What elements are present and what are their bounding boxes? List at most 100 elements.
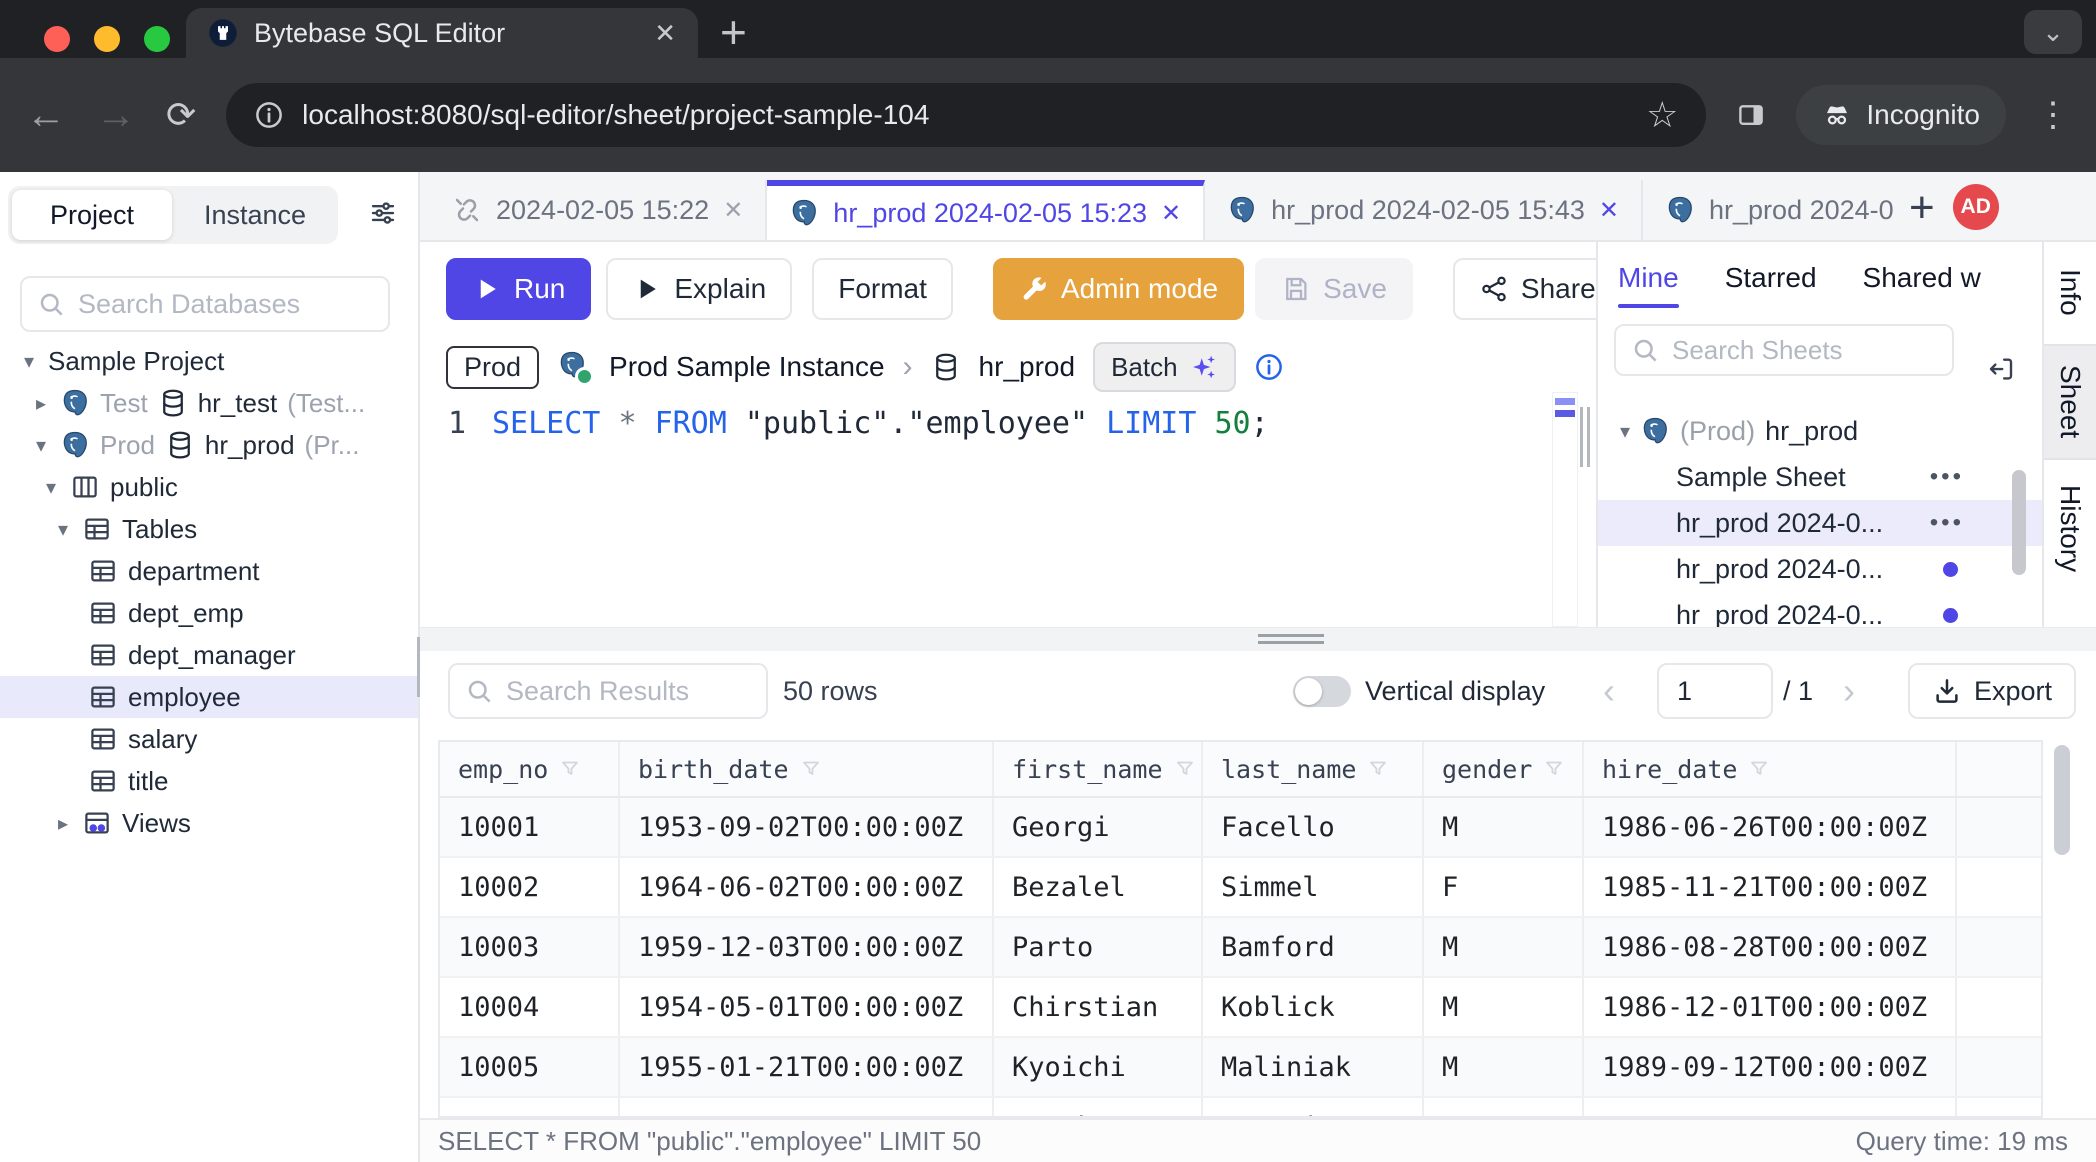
address-bar[interactable]: localhost:8080/sql-editor/sheet/project-… — [226, 83, 1706, 147]
cell[interactable]: Preusig — [1203, 1098, 1424, 1118]
panel-resize-handle[interactable] — [1580, 407, 1590, 467]
sheet-item-sample[interactable]: Sample Sheet ••• — [1598, 454, 2042, 500]
sheet-item[interactable]: hr_prod 2024-0... — [1598, 592, 2042, 627]
chevron-right-icon[interactable]: ▸ — [32, 391, 50, 416]
sort-icon[interactable] — [558, 757, 582, 781]
explain-button[interactable]: Explain — [606, 258, 792, 320]
cell[interactable]: Georgi — [994, 798, 1203, 856]
tree-item-hr-prod[interactable]: ▾ Prod hr_prod (Pr... — [0, 424, 418, 466]
sheet-item[interactable]: hr_prod 2024-0... — [1598, 546, 2042, 592]
column-header[interactable]: first_name — [994, 742, 1203, 796]
cell[interactable]: 10005 — [440, 1038, 620, 1096]
tab-sheet[interactable]: Sheet — [2044, 344, 2096, 460]
run-button[interactable]: Run — [446, 258, 591, 320]
cell[interactable]: 1989-09-12T00:00:00Z — [1584, 1038, 1957, 1096]
export-button[interactable]: Export — [1908, 663, 2076, 719]
chevron-down-icon[interactable]: ▾ — [32, 433, 50, 458]
tree-item-table-title[interactable]: title — [0, 760, 418, 802]
new-tab-button[interactable]: + — [720, 12, 747, 52]
cell[interactable]: 1959-12-03T00:00:00Z — [620, 918, 994, 976]
site-info-icon[interactable] — [254, 100, 284, 130]
next-page-button[interactable]: › — [1828, 663, 1870, 719]
sort-icon[interactable] — [1366, 757, 1390, 781]
back-button[interactable]: ← — [26, 95, 66, 135]
new-sheet-tab-button[interactable]: + — [1909, 190, 1935, 226]
editor-tab-1[interactable]: 2024-02-05 15:22 ✕ — [430, 180, 767, 240]
cell[interactable]: 1964-06-02T00:00:00Z — [620, 858, 994, 916]
cell[interactable]: Bamford — [1203, 918, 1424, 976]
chevron-down-icon[interactable]: ▾ — [54, 517, 72, 542]
tree-item-hr-test[interactable]: ▸ Test hr_test (Test... — [0, 382, 418, 424]
tree-item-project[interactable]: ▾ Sample Project — [0, 340, 418, 382]
cell[interactable]: 10003 — [440, 918, 620, 976]
close-tab-icon[interactable]: ✕ — [654, 18, 676, 49]
splitter-grip-icon[interactable] — [1258, 634, 1324, 648]
tab-starred[interactable]: Starred — [1725, 262, 1817, 294]
tree-item-tables-group[interactable]: ▾ Tables — [0, 508, 418, 550]
tree-item-table-department[interactable]: department — [0, 550, 418, 592]
admin-mode-button[interactable]: Admin mode — [993, 258, 1244, 320]
reload-button[interactable]: ⟳ — [166, 97, 196, 133]
save-button[interactable]: Save — [1255, 258, 1413, 320]
sort-icon[interactable] — [1542, 757, 1566, 781]
editor-tab-2-active[interactable]: hr_prod 2024-02-05 15:23 ✕ — [767, 180, 1205, 240]
batch-button[interactable]: Batch — [1093, 342, 1236, 392]
cell[interactable]: Kyoichi — [994, 1038, 1203, 1096]
tab-search-chevron-button[interactable]: ⌄ — [2024, 10, 2082, 54]
cell[interactable]: Parto — [994, 918, 1203, 976]
close-window-button[interactable] — [44, 26, 70, 52]
sheet-list-scrollbar[interactable] — [2012, 470, 2026, 575]
cell[interactable]: F — [1424, 1098, 1584, 1118]
sheet-group-hr-prod[interactable]: ▾ (Prod) hr_prod — [1598, 408, 2042, 454]
cell[interactable]: M — [1424, 978, 1584, 1036]
cell[interactable]: 10004 — [440, 978, 620, 1036]
close-tab-icon[interactable]: ✕ — [1161, 199, 1181, 228]
close-tab-icon[interactable]: ✕ — [723, 196, 743, 225]
vertical-display-toggle[interactable] — [1293, 676, 1351, 707]
cell[interactable]: M — [1424, 1038, 1584, 1096]
cell[interactable]: 10002 — [440, 858, 620, 916]
forward-button[interactable]: → — [96, 95, 136, 135]
tree-item-table-dept-emp[interactable]: dept_emp — [0, 592, 418, 634]
table-row[interactable]: 10003 1959-12-03T00:00:00Z Parto Bamford… — [440, 918, 2041, 978]
editor-tab-4[interactable]: hr_prod 2024-0 — [1643, 180, 1893, 240]
cell[interactable]: 1954-05-01T00:00:00Z — [620, 978, 994, 1036]
user-avatar[interactable]: AD — [1953, 184, 1999, 230]
chevron-down-icon[interactable]: ▾ — [42, 475, 60, 500]
cell[interactable]: Anneke — [994, 1098, 1203, 1118]
side-panel-icon[interactable] — [1736, 100, 1766, 130]
chevron-down-icon[interactable]: ▾ — [20, 349, 38, 374]
url-text[interactable]: localhost:8080/sql-editor/sheet/project-… — [302, 99, 1628, 131]
cell[interactable]: 1986-12-01T00:00:00Z — [1584, 978, 1957, 1036]
close-tab-icon[interactable]: ✕ — [1599, 196, 1619, 225]
zoom-window-button[interactable] — [144, 26, 170, 52]
cell[interactable]: 1986-08-28T00:00:00Z — [1584, 918, 1957, 976]
page-input[interactable] — [1657, 663, 1773, 719]
chevron-right-icon[interactable]: ▸ — [54, 811, 72, 836]
column-header[interactable]: last_name — [1203, 742, 1424, 796]
column-header[interactable]: emp_no — [440, 742, 620, 796]
table-row[interactable]: 10005 1955-01-21T00:00:00Z Kyoichi Malin… — [440, 1038, 2041, 1098]
cell[interactable]: 1953-04-20T00:00:00Z — [620, 1098, 994, 1118]
tab-instance[interactable]: Instance — [172, 200, 338, 231]
tab-project[interactable]: Project — [12, 190, 172, 240]
column-header[interactable]: hire_date — [1584, 742, 1957, 796]
prev-page-button[interactable]: ‹ — [1588, 663, 1630, 719]
cell[interactable]: Chirstian — [994, 978, 1203, 1036]
column-header[interactable]: gender — [1424, 742, 1584, 796]
more-actions-icon[interactable]: ••• — [1930, 463, 1964, 491]
chevron-down-icon[interactable]: ▾ — [1620, 419, 1630, 444]
tree-item-schema-public[interactable]: ▾ public — [0, 466, 418, 508]
cell[interactable]: M — [1424, 918, 1584, 976]
sort-icon[interactable] — [1173, 757, 1197, 781]
collapse-panel-icon[interactable] — [1986, 354, 2016, 384]
cell[interactable]: Simmel — [1203, 858, 1424, 916]
cell[interactable]: 10001 — [440, 798, 620, 856]
info-icon[interactable] — [1254, 352, 1284, 382]
tab-history[interactable]: History — [2044, 464, 2096, 594]
tree-item-table-salary[interactable]: salary — [0, 718, 418, 760]
column-header[interactable]: birth_date — [620, 742, 994, 796]
filter-settings-icon[interactable] — [368, 198, 398, 228]
sql-code-area[interactable]: 1SELECT * FROM "public"."employee" LIMIT… — [420, 406, 1596, 441]
sort-icon[interactable] — [799, 757, 823, 781]
